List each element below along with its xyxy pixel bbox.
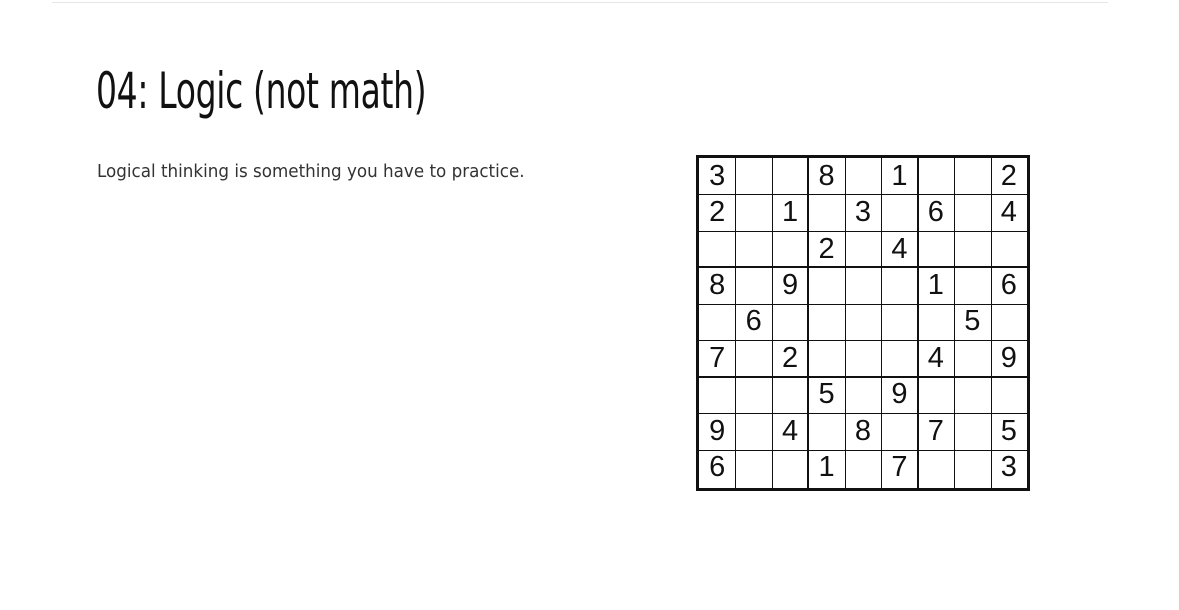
- sudoku-given-cell: 7: [709, 341, 726, 374]
- sudoku-given-cell: 5: [818, 378, 835, 411]
- sudoku-given-cell: 1: [891, 159, 908, 192]
- sudoku-given-cell: 6: [709, 451, 726, 484]
- sudoku-empty-cell: [699, 377, 735, 413]
- sudoku-empty-cell: [954, 267, 990, 303]
- sudoku-given-cell: 1: [782, 196, 799, 229]
- sudoku-puzzle-grid: 38122136424891665724959948756173: [696, 155, 1030, 491]
- sudoku-given-cell: 8: [818, 159, 835, 192]
- sudoku-given-cell: 9: [782, 269, 799, 302]
- sudoku-empty-cell: [735, 377, 771, 413]
- sudoku-given-cell: 9: [891, 378, 908, 411]
- sudoku-empty-cell: [772, 231, 808, 267]
- sudoku-given-cell: 2: [818, 232, 835, 265]
- top-divider: [52, 2, 1108, 3]
- sudoku-empty-cell: [918, 377, 954, 413]
- sudoku-empty-cell: [808, 194, 844, 230]
- sudoku-empty-cell: [954, 450, 990, 486]
- sudoku-empty-cell: [845, 267, 881, 303]
- sudoku-empty-cell: [808, 267, 844, 303]
- sudoku-given-cell: 6: [745, 305, 762, 338]
- sudoku-empty-cell: [918, 158, 954, 194]
- sudoku-empty-cell: [735, 231, 771, 267]
- sudoku-empty-cell: [954, 194, 990, 230]
- sudoku-empty-cell: [954, 158, 990, 194]
- sudoku-given-cell: 1: [927, 269, 944, 302]
- sudoku-empty-cell: [772, 158, 808, 194]
- sudoku-empty-cell: [845, 450, 881, 486]
- sudoku-given-cell: 5: [1000, 414, 1017, 447]
- sudoku-given-cell: 3: [854, 196, 872, 229]
- slide: 04: Logic (not math) Logical thinking is…: [0, 0, 1179, 610]
- sudoku-empty-cell: [954, 377, 990, 413]
- sudoku-empty-cell: [808, 340, 844, 376]
- sudoku-given-cell: 2: [709, 196, 726, 229]
- sudoku-empty-cell: [991, 304, 1027, 340]
- sudoku-empty-cell: [918, 450, 954, 486]
- sudoku-empty-cell: [991, 231, 1027, 267]
- sudoku-empty-cell: [735, 194, 771, 230]
- sudoku-empty-cell: [991, 377, 1027, 413]
- sudoku-given-cell: 5: [964, 305, 981, 338]
- sudoku-given-cell: 7: [891, 451, 908, 484]
- sudoku-given-cell: 7: [927, 414, 944, 447]
- sudoku-given-cell: 2: [782, 341, 799, 374]
- sudoku-empty-cell: [845, 340, 881, 376]
- sudoku-empty-cell: [845, 304, 881, 340]
- sudoku-empty-cell: [845, 158, 881, 194]
- sudoku-empty-cell: [881, 304, 917, 340]
- sudoku-given-cell: 2: [1000, 159, 1017, 192]
- sudoku-empty-cell: [699, 304, 735, 340]
- sudoku-empty-cell: [881, 267, 917, 303]
- sudoku-empty-cell: [881, 413, 917, 449]
- sudoku-given-cell: 9: [1000, 341, 1017, 374]
- sudoku-empty-cell: [735, 450, 771, 486]
- slide-body-text: Logical thinking is something you have t…: [97, 161, 525, 182]
- sudoku-empty-cell: [772, 377, 808, 413]
- sudoku-empty-cell: [735, 158, 771, 194]
- sudoku-empty-cell: [881, 340, 917, 376]
- sudoku-empty-cell: [954, 413, 990, 449]
- sudoku-empty-cell: [845, 377, 881, 413]
- sudoku-empty-cell: [808, 413, 844, 449]
- sudoku-empty-cell: [954, 340, 990, 376]
- sudoku-given-cell: 6: [1000, 269, 1017, 302]
- sudoku-empty-cell: [735, 267, 771, 303]
- sudoku-given-cell: 4: [891, 232, 908, 265]
- sudoku-empty-cell: [918, 231, 954, 267]
- sudoku-given-cell: 9: [709, 414, 726, 447]
- sudoku-given-cell: 3: [709, 159, 726, 192]
- slide-title: 04: Logic (not math): [96, 62, 427, 120]
- sudoku-given-cell: 4: [782, 414, 799, 447]
- sudoku-empty-cell: [699, 231, 735, 267]
- sudoku-given-cell: 1: [818, 451, 835, 484]
- sudoku-given-cell: 4: [927, 341, 944, 374]
- sudoku-empty-cell: [735, 340, 771, 376]
- sudoku-empty-cell: [918, 304, 954, 340]
- sudoku-given-cell: 8: [854, 414, 872, 447]
- sudoku-empty-cell: [881, 194, 917, 230]
- sudoku-empty-cell: [845, 231, 881, 267]
- sudoku-empty-cell: [735, 413, 771, 449]
- sudoku-empty-cell: [772, 304, 808, 340]
- sudoku-given-cell: 6: [927, 196, 944, 229]
- sudoku-empty-cell: [954, 231, 990, 267]
- sudoku-given-cell: 8: [709, 269, 726, 302]
- sudoku-empty-cell: [808, 304, 844, 340]
- sudoku-given-cell: 3: [1000, 451, 1017, 484]
- sudoku-given-cell: 4: [1000, 196, 1017, 229]
- sudoku-empty-cell: [772, 450, 808, 486]
